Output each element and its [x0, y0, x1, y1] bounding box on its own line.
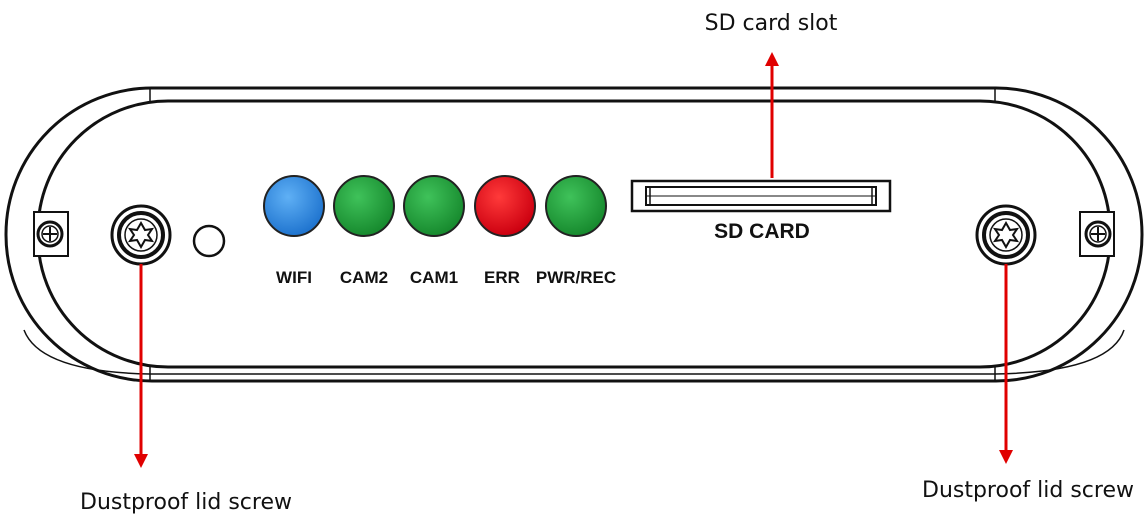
led-cam1: [403, 175, 465, 237]
led-cam2: [333, 175, 395, 237]
callout-sd-card-slot: SD card slot: [705, 11, 838, 36]
led-err: [474, 175, 536, 237]
sd-card-label: SD CARD: [714, 220, 810, 243]
edge-screw-left: [33, 211, 69, 257]
led-label-cam2: CAM2: [340, 268, 388, 287]
device-diagram: WIFI CAM2 CAM1 ERR PWR/REC SD CARD SD ca…: [0, 0, 1148, 527]
led-label-err: ERR: [484, 268, 520, 287]
device-front-panel-svg: WIFI CAM2 CAM1 ERR PWR/REC SD CARD SD ca…: [4, 11, 1144, 515]
callout-arrow-sd: [765, 52, 779, 178]
led-wifi: [263, 175, 325, 237]
callout-dustproof-screw-right: Dustproof lid screw: [922, 478, 1134, 503]
led-pwr-rec: [545, 175, 607, 237]
dustproof-screw-right: [975, 204, 1037, 266]
led-group: [263, 175, 607, 237]
dustproof-screw-left: [110, 204, 172, 266]
led-label-cam1: CAM1: [410, 268, 458, 287]
led-label-pwr-rec: PWR/REC: [536, 268, 616, 287]
led-label-wifi: WIFI: [276, 268, 312, 287]
reset-button[interactable]: [192, 224, 226, 258]
sd-card-slot[interactable]: [630, 179, 892, 213]
callout-dustproof-screw-left: Dustproof lid screw: [80, 490, 292, 515]
edge-screw-right: [1079, 211, 1115, 257]
